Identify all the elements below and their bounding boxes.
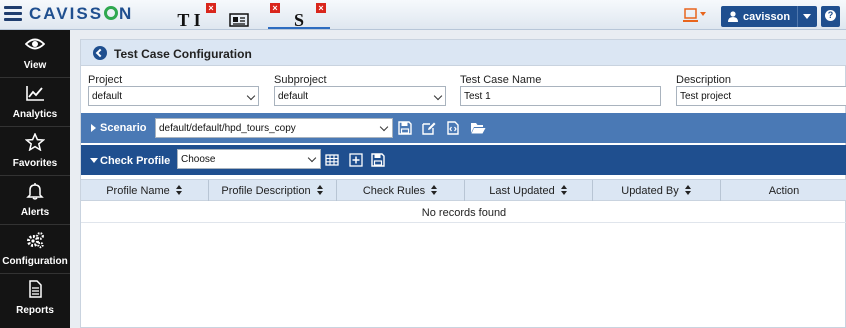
column-label: Last Updated bbox=[489, 185, 555, 197]
newspaper-icon bbox=[229, 13, 249, 27]
close-tab-icon[interactable]: × bbox=[206, 3, 216, 13]
subproject-value: default bbox=[278, 91, 309, 102]
save-icon[interactable] bbox=[398, 121, 412, 135]
chevron-down-icon bbox=[433, 91, 443, 101]
sidebar-item-label: Favorites bbox=[12, 158, 58, 169]
sidebar-item-reports[interactable]: Reports bbox=[0, 275, 70, 323]
sidebar-item-favorites[interactable]: Favorites bbox=[0, 128, 70, 176]
panel-header: Test Case Configuration bbox=[81, 40, 846, 66]
sort-icon bbox=[684, 185, 692, 195]
column-header-profile-name[interactable]: Profile Name bbox=[81, 180, 209, 201]
user-icon bbox=[728, 11, 738, 22]
column-header-check-rules[interactable]: Check Rules bbox=[337, 180, 465, 201]
chevron-down-icon bbox=[379, 122, 389, 132]
star-icon bbox=[25, 133, 45, 151]
sidebar-item-label: Alerts bbox=[20, 207, 50, 218]
column-label: Profile Name bbox=[106, 185, 170, 197]
scenario-select[interactable]: default/default/hpd_tours_copy bbox=[155, 118, 393, 138]
chevron-down-icon bbox=[307, 153, 317, 163]
sidebar-item-label: View bbox=[23, 60, 47, 71]
subproject-label: Subproject bbox=[274, 74, 327, 86]
test-case-name-value: Test 1 bbox=[464, 91, 491, 102]
sidebar-item-label: Reports bbox=[16, 305, 54, 316]
edit-icon[interactable] bbox=[422, 121, 436, 135]
table-grid-icon[interactable] bbox=[325, 153, 339, 167]
add-box-icon[interactable] bbox=[349, 153, 363, 167]
sidebar: View Analytics Favorites Alerts Configur… bbox=[0, 30, 70, 328]
sort-icon bbox=[431, 185, 438, 195]
hamburger-menu-icon[interactable] bbox=[4, 6, 22, 22]
column-label: Check Rules bbox=[362, 185, 426, 197]
column-header-profile-description[interactable]: Profile Description bbox=[209, 180, 337, 201]
username-label: cavisson bbox=[743, 11, 791, 23]
gears-icon bbox=[27, 232, 44, 249]
scenario-bar: Scenario default/default/hpd_tours_copy bbox=[81, 113, 846, 143]
check-profile-bar: Check Profile Choose bbox=[81, 145, 846, 175]
test-case-name-label: Test Case Name bbox=[460, 74, 542, 86]
code-file-icon[interactable] bbox=[446, 121, 460, 135]
check-profile-value: Choose bbox=[181, 154, 216, 165]
scenario-value: default/default/hpd_tours_copy bbox=[159, 123, 296, 134]
test-case-name-input[interactable]: Test 1 bbox=[460, 86, 661, 106]
sort-icon bbox=[175, 185, 183, 195]
bell-icon bbox=[26, 183, 44, 200]
column-header-last-updated[interactable]: Last Updated bbox=[465, 180, 593, 201]
column-label: Action bbox=[768, 185, 800, 197]
line-chart-icon bbox=[26, 86, 44, 101]
subproject-select[interactable]: default bbox=[274, 86, 446, 106]
check-profile-select[interactable]: Choose bbox=[177, 149, 321, 169]
eye-icon bbox=[25, 38, 45, 50]
check-profile-label[interactable]: Check Profile bbox=[100, 155, 170, 167]
top-bar: CAVISS N T I × × S × cavisson ? bbox=[0, 0, 846, 30]
project-value: default bbox=[92, 91, 123, 102]
chevron-down-icon[interactable] bbox=[803, 14, 811, 19]
close-tab-icon[interactable]: × bbox=[316, 3, 326, 13]
description-label: Description bbox=[676, 74, 732, 86]
script-icon: S bbox=[293, 10, 304, 30]
sort-icon bbox=[560, 185, 568, 195]
test-case-configuration-panel: Test Case Configuration Project default … bbox=[80, 39, 846, 328]
user-menu-button[interactable]: cavisson bbox=[721, 6, 817, 27]
help-button[interactable]: ? bbox=[821, 6, 840, 27]
document-icon bbox=[29, 280, 42, 298]
tab-script[interactable]: S × bbox=[268, 2, 330, 30]
column-header-action: Action bbox=[721, 180, 846, 201]
page-title: Test Case Configuration bbox=[114, 47, 252, 61]
empty-message: No records found bbox=[81, 201, 846, 223]
column-label: Updated By bbox=[621, 185, 679, 197]
table-header: Profile Name Profile Description Check R… bbox=[81, 179, 846, 201]
back-arrow-icon[interactable] bbox=[93, 46, 107, 60]
sidebar-item-view[interactable]: View bbox=[0, 30, 70, 78]
caret-down-icon[interactable] bbox=[90, 158, 98, 163]
caret-right-icon[interactable] bbox=[91, 124, 96, 132]
text-tool-icon: T I bbox=[177, 10, 201, 30]
sidebar-item-analytics[interactable]: Analytics bbox=[0, 79, 70, 127]
cavisson-logo: CAVISS N bbox=[29, 4, 134, 23]
description-input[interactable]: Test project bbox=[676, 86, 846, 106]
chevron-down-icon bbox=[246, 91, 256, 101]
sidebar-item-configuration[interactable]: Configuration bbox=[0, 226, 70, 274]
scenario-label[interactable]: Scenario bbox=[100, 122, 146, 134]
save-icon[interactable] bbox=[371, 153, 385, 167]
sidebar-item-label: Configuration bbox=[2, 256, 68, 267]
folder-open-icon[interactable] bbox=[470, 121, 486, 135]
column-label: Profile Description bbox=[221, 185, 311, 197]
project-select[interactable]: default bbox=[88, 86, 259, 106]
sidebar-item-alerts[interactable]: Alerts bbox=[0, 177, 70, 225]
alert-flag-icon[interactable] bbox=[682, 6, 710, 24]
description-value: Test project bbox=[680, 91, 732, 102]
project-label: Project bbox=[88, 74, 123, 86]
help-icon: ? bbox=[825, 10, 836, 21]
sidebar-item-label: Analytics bbox=[12, 109, 58, 120]
column-header-updated-by[interactable]: Updated By bbox=[593, 180, 721, 201]
tab-text-tool[interactable]: T I × bbox=[158, 2, 220, 30]
sort-icon bbox=[316, 185, 324, 195]
